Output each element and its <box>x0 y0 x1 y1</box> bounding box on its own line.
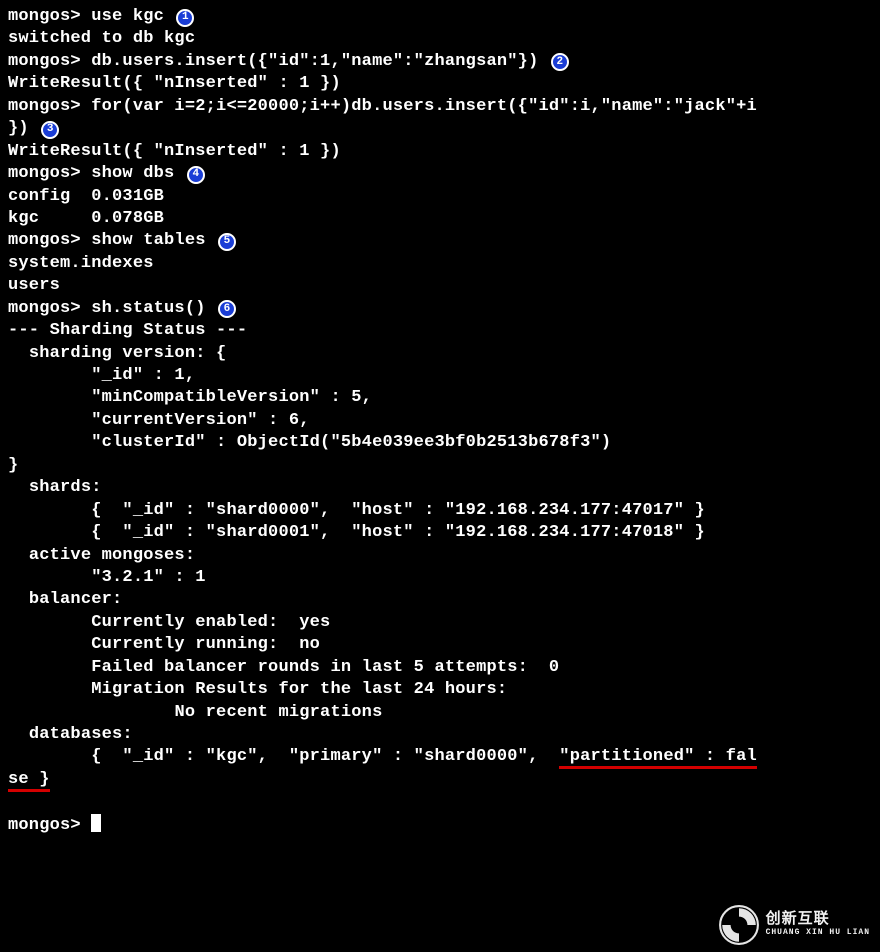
annotation-badge-4: 4 <box>187 166 205 184</box>
command-text: }) <box>8 119 29 138</box>
terminal-line: kgc 0.078GB <box>8 208 872 230</box>
terminal-line: balancer: <box>8 589 872 611</box>
highlighted-field: "partitioned" : fal <box>559 747 757 769</box>
command-text: use kgc <box>91 7 164 26</box>
terminal-line: "currentVersion" : 6, <box>8 410 872 432</box>
highlighted-field: se } <box>8 770 50 792</box>
terminal-line: active mongoses: <box>8 545 872 567</box>
terminal-line: { "_id" : "kgc", "primary" : "shard0000"… <box>8 746 872 768</box>
terminal-line: shards: <box>8 477 872 499</box>
watermark-cn: 创新互联 <box>766 912 870 929</box>
terminal-line: }) 3 <box>8 118 872 140</box>
prompt: mongos> <box>8 816 91 835</box>
terminal-line: { "_id" : "shard0000", "host" : "192.168… <box>8 500 872 522</box>
terminal-line: WriteResult({ "nInserted" : 1 }) <box>8 141 872 163</box>
terminal-line: "_id" : 1, <box>8 365 872 387</box>
terminal-line: databases: <box>8 724 872 746</box>
terminal-line: mongos> show tables 5 <box>8 230 872 252</box>
annotation-badge-6: 6 <box>218 300 236 318</box>
terminal-line: No recent migrations <box>8 702 872 724</box>
annotation-badge-5: 5 <box>218 233 236 251</box>
prompt: mongos> <box>8 164 91 183</box>
terminal-line: mongos> use kgc 1 <box>8 6 872 28</box>
terminal-line: "clusterId" : ObjectId("5b4e039ee3bf0b25… <box>8 432 872 454</box>
terminal-line: "minCompatibleVersion" : 5, <box>8 387 872 409</box>
prompt: mongos> <box>8 97 91 116</box>
terminal-line: users <box>8 275 872 297</box>
command-text: for(var i=2;i<=20000;i++)db.users.insert… <box>91 97 757 116</box>
command-text: show dbs <box>91 164 174 183</box>
command-text: db.users.insert({"id":1,"name":"zhangsan… <box>91 52 538 71</box>
terminal-line: "3.2.1" : 1 <box>8 567 872 589</box>
annotation-badge-2: 2 <box>551 53 569 71</box>
watermark: 创新互联 CHUANG XIN HU LIAN <box>718 904 870 946</box>
terminal-line: mongos> db.users.insert({"id":1,"name":"… <box>8 51 872 73</box>
terminal-line: mongos> for(var i=2;i<=20000;i++)db.user… <box>8 96 872 118</box>
prompt: mongos> <box>8 52 91 71</box>
terminal-line: Currently enabled: yes <box>8 612 872 634</box>
terminal-line <box>8 791 872 813</box>
terminal-line: switched to db kgc <box>8 28 872 50</box>
terminal-line: system.indexes <box>8 253 872 275</box>
prompt: mongos> <box>8 7 91 26</box>
terminal-line: config 0.031GB <box>8 186 872 208</box>
command-text: show tables <box>91 231 205 250</box>
db-row-prefix: { "_id" : "kgc", "primary" : "shard0000"… <box>8 747 559 766</box>
terminal-line: se } <box>8 769 872 791</box>
terminal-line: mongos> sh.status() 6 <box>8 298 872 320</box>
watermark-en: CHUANG XIN HU LIAN <box>766 929 870 938</box>
terminal-line: } <box>8 455 872 477</box>
terminal-line: Currently running: no <box>8 634 872 656</box>
watermark-text: 创新互联 CHUANG XIN HU LIAN <box>766 912 870 937</box>
command-text: sh.status() <box>91 299 205 318</box>
annotation-badge-3: 3 <box>41 121 59 139</box>
prompt: mongos> <box>8 299 91 318</box>
terminal-line: WriteResult({ "nInserted" : 1 }) <box>8 73 872 95</box>
watermark-logo-icon <box>718 904 760 946</box>
terminal-line: Failed balancer rounds in last 5 attempt… <box>8 657 872 679</box>
terminal-line[interactable]: mongos> <box>8 814 872 837</box>
prompt: mongos> <box>8 231 91 250</box>
terminal-line: --- Sharding Status --- <box>8 320 872 342</box>
terminal-line: { "_id" : "shard0001", "host" : "192.168… <box>8 522 872 544</box>
terminal-line: mongos> show dbs 4 <box>8 163 872 185</box>
terminal-output: mongos> use kgc 1 switched to db kgc mon… <box>8 6 872 837</box>
annotation-badge-1: 1 <box>176 9 194 27</box>
terminal-line: Migration Results for the last 24 hours: <box>8 679 872 701</box>
cursor-icon <box>91 814 101 832</box>
terminal-line: sharding version: { <box>8 343 872 365</box>
